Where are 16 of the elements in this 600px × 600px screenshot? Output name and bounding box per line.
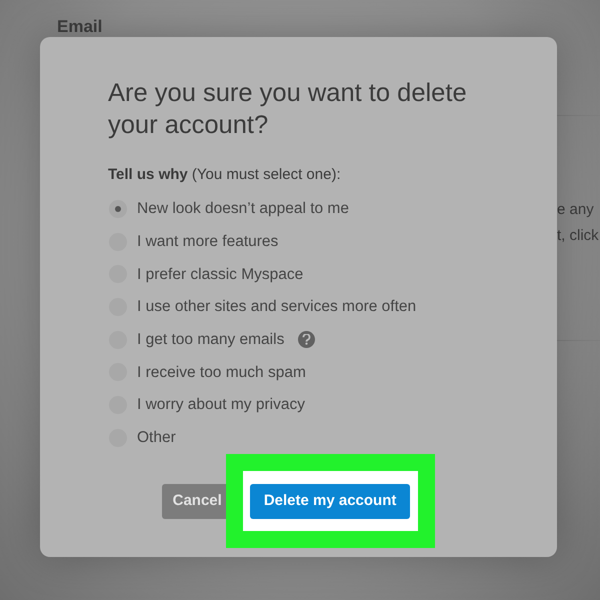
option-label[interactable]: I want more features xyxy=(137,230,278,254)
option-label[interactable]: I prefer classic Myspace xyxy=(137,262,304,286)
option-label[interactable]: I receive too much spam xyxy=(137,360,306,384)
dialog-title: Are you sure you want to delete your account? xyxy=(108,78,468,141)
help-icon[interactable] xyxy=(298,331,316,348)
option-label[interactable]: I worry about my privacy xyxy=(137,393,305,417)
text-fragment: t, click xyxy=(557,226,599,246)
field-label: Email xyxy=(57,16,102,38)
prompt-text: Tell us why (You must select one): xyxy=(108,165,342,185)
text-fragment: e any xyxy=(557,200,594,220)
delete-button[interactable]: Delete my account xyxy=(250,484,410,519)
radio-button[interactable] xyxy=(109,200,127,218)
option-label[interactable]: New look doesn’t appeal to me xyxy=(137,197,349,220)
option-label[interactable]: I get too many emails xyxy=(137,328,284,352)
option-label[interactable]: I use other sites and services more often xyxy=(137,295,416,319)
option-label[interactable]: Other xyxy=(137,426,176,450)
